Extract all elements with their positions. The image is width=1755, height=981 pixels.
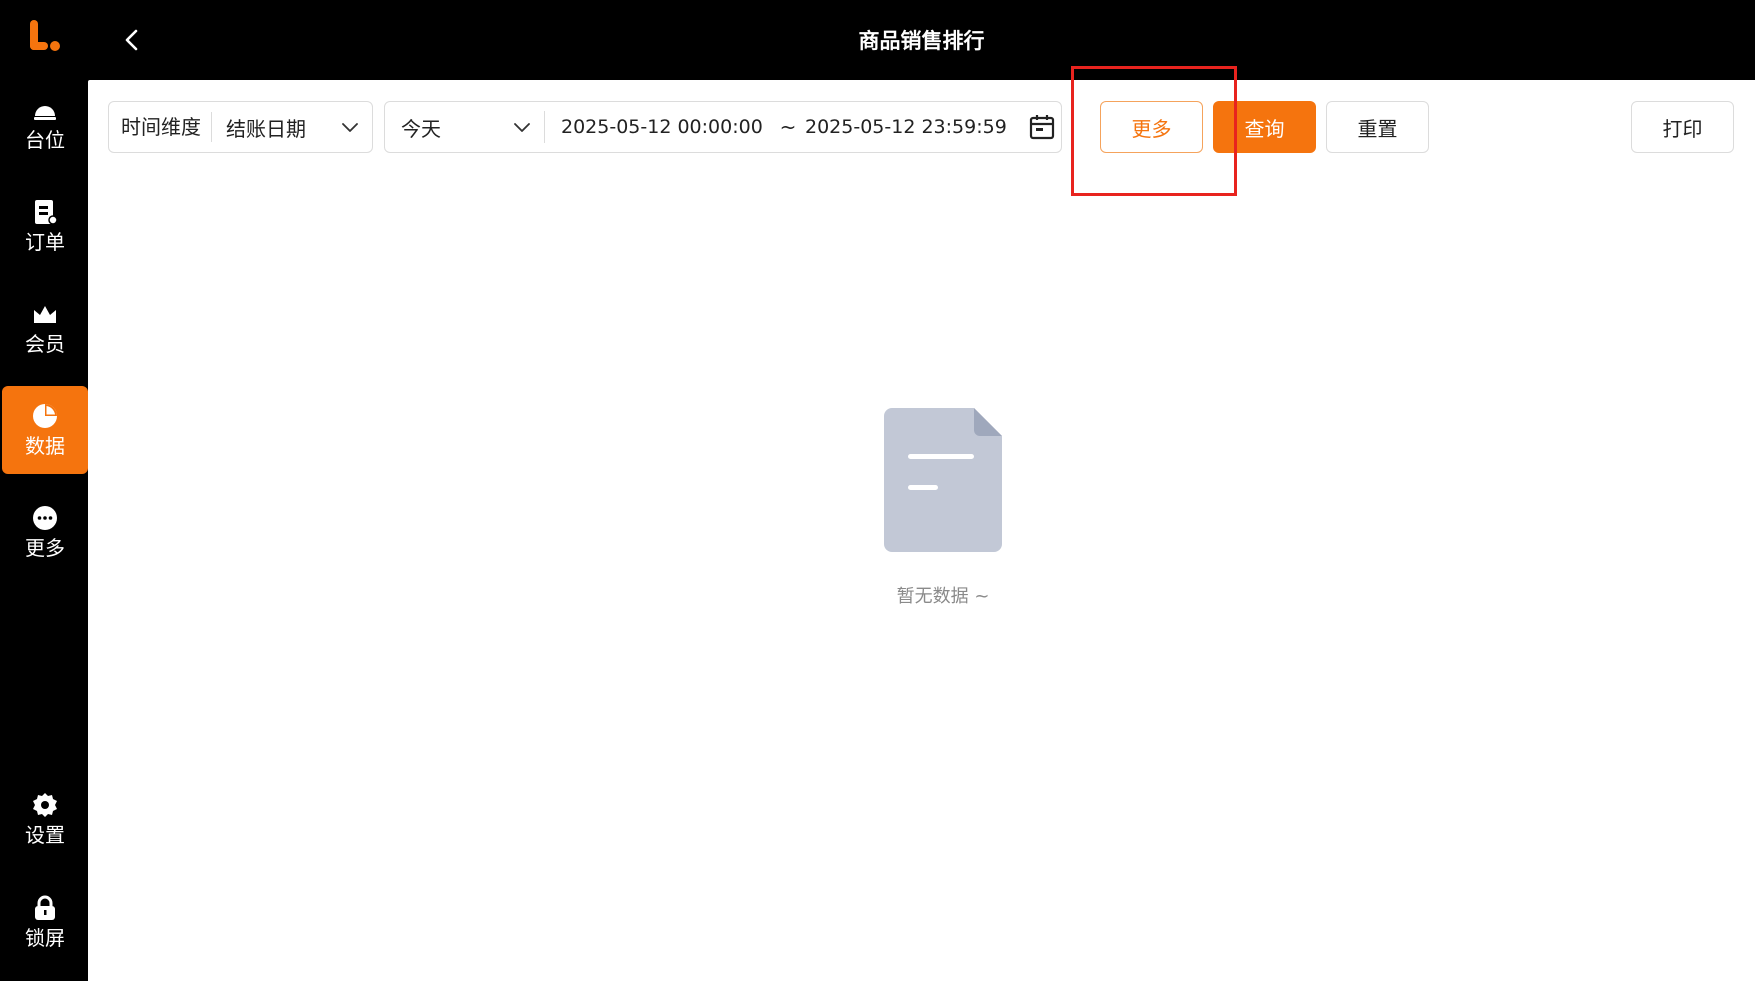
sidebar-item-data[interactable]: 数据: [2, 386, 88, 474]
sidebar-item-members[interactable]: 会员: [2, 284, 88, 372]
chevron-down-icon: [514, 123, 530, 132]
sidebar-item-more[interactable]: 更多: [2, 488, 88, 576]
empty-document-icon: [884, 408, 1002, 552]
sidebar-item-label: 设置: [25, 823, 65, 847]
time-dimension-select[interactable]: 结账日期: [212, 113, 372, 142]
reset-button[interactable]: 重置: [1326, 101, 1429, 153]
more-button[interactable]: 更多: [1100, 101, 1203, 153]
date-end-input[interactable]: 2025-05-12 23:59:59: [805, 116, 1013, 138]
sidebar-item-label: 更多: [25, 536, 65, 560]
calendar-icon[interactable]: [1027, 112, 1057, 142]
empty-state: 暂无数据 ~: [863, 408, 1023, 608]
sidebar-item-tables[interactable]: 台位: [2, 80, 88, 168]
period-select[interactable]: 今天: [385, 111, 545, 143]
time-dimension-filter: 时间维度 结账日期: [108, 101, 373, 153]
sidebar-item-label: 台位: [25, 128, 65, 152]
sidebar-item-label: 订单: [25, 230, 65, 254]
lock-icon: [31, 894, 59, 922]
more-dots-icon: [31, 504, 59, 532]
query-button[interactable]: 查询: [1213, 101, 1316, 153]
page-title: 商品销售排行: [858, 29, 985, 53]
print-button[interactable]: 打印: [1631, 101, 1734, 153]
app-logo: [30, 20, 60, 51]
period-value: 今天: [401, 116, 441, 141]
chevron-down-icon: [342, 123, 358, 132]
main-content: 时间维度 结账日期 今天 2025-05-12 00:00:00 ~ 2025-…: [88, 66, 1755, 981]
empty-message: 暂无数据 ~: [896, 586, 990, 607]
order-doc-icon: [31, 198, 59, 226]
sidebar-item-lock[interactable]: 锁屏: [2, 878, 88, 966]
date-range-filter: 今天 2025-05-12 00:00:00 ~ 2025-05-12 23:5…: [384, 101, 1062, 153]
gear-icon: [31, 791, 59, 819]
pie-chart-icon: [31, 402, 59, 430]
table-bell-icon: [31, 96, 59, 124]
sidebar-item-settings[interactable]: 设置: [2, 775, 88, 863]
time-dimension-value: 结账日期: [226, 116, 306, 141]
date-separator: ~: [779, 115, 797, 139]
sidebar: 台位 订单 会员 数据 更多 设置 锁屏: [0, 0, 88, 981]
sidebar-item-label: 数据: [25, 434, 65, 458]
member-crown-icon: [31, 300, 59, 328]
time-dimension-label: 时间维度: [109, 112, 212, 142]
sidebar-item-label: 锁屏: [25, 926, 65, 950]
sidebar-item-label: 会员: [25, 332, 65, 356]
date-start-input[interactable]: 2025-05-12 00:00:00: [561, 116, 771, 138]
sidebar-item-orders[interactable]: 订单: [2, 182, 88, 270]
top-header: 商品销售排行: [88, 0, 1755, 80]
